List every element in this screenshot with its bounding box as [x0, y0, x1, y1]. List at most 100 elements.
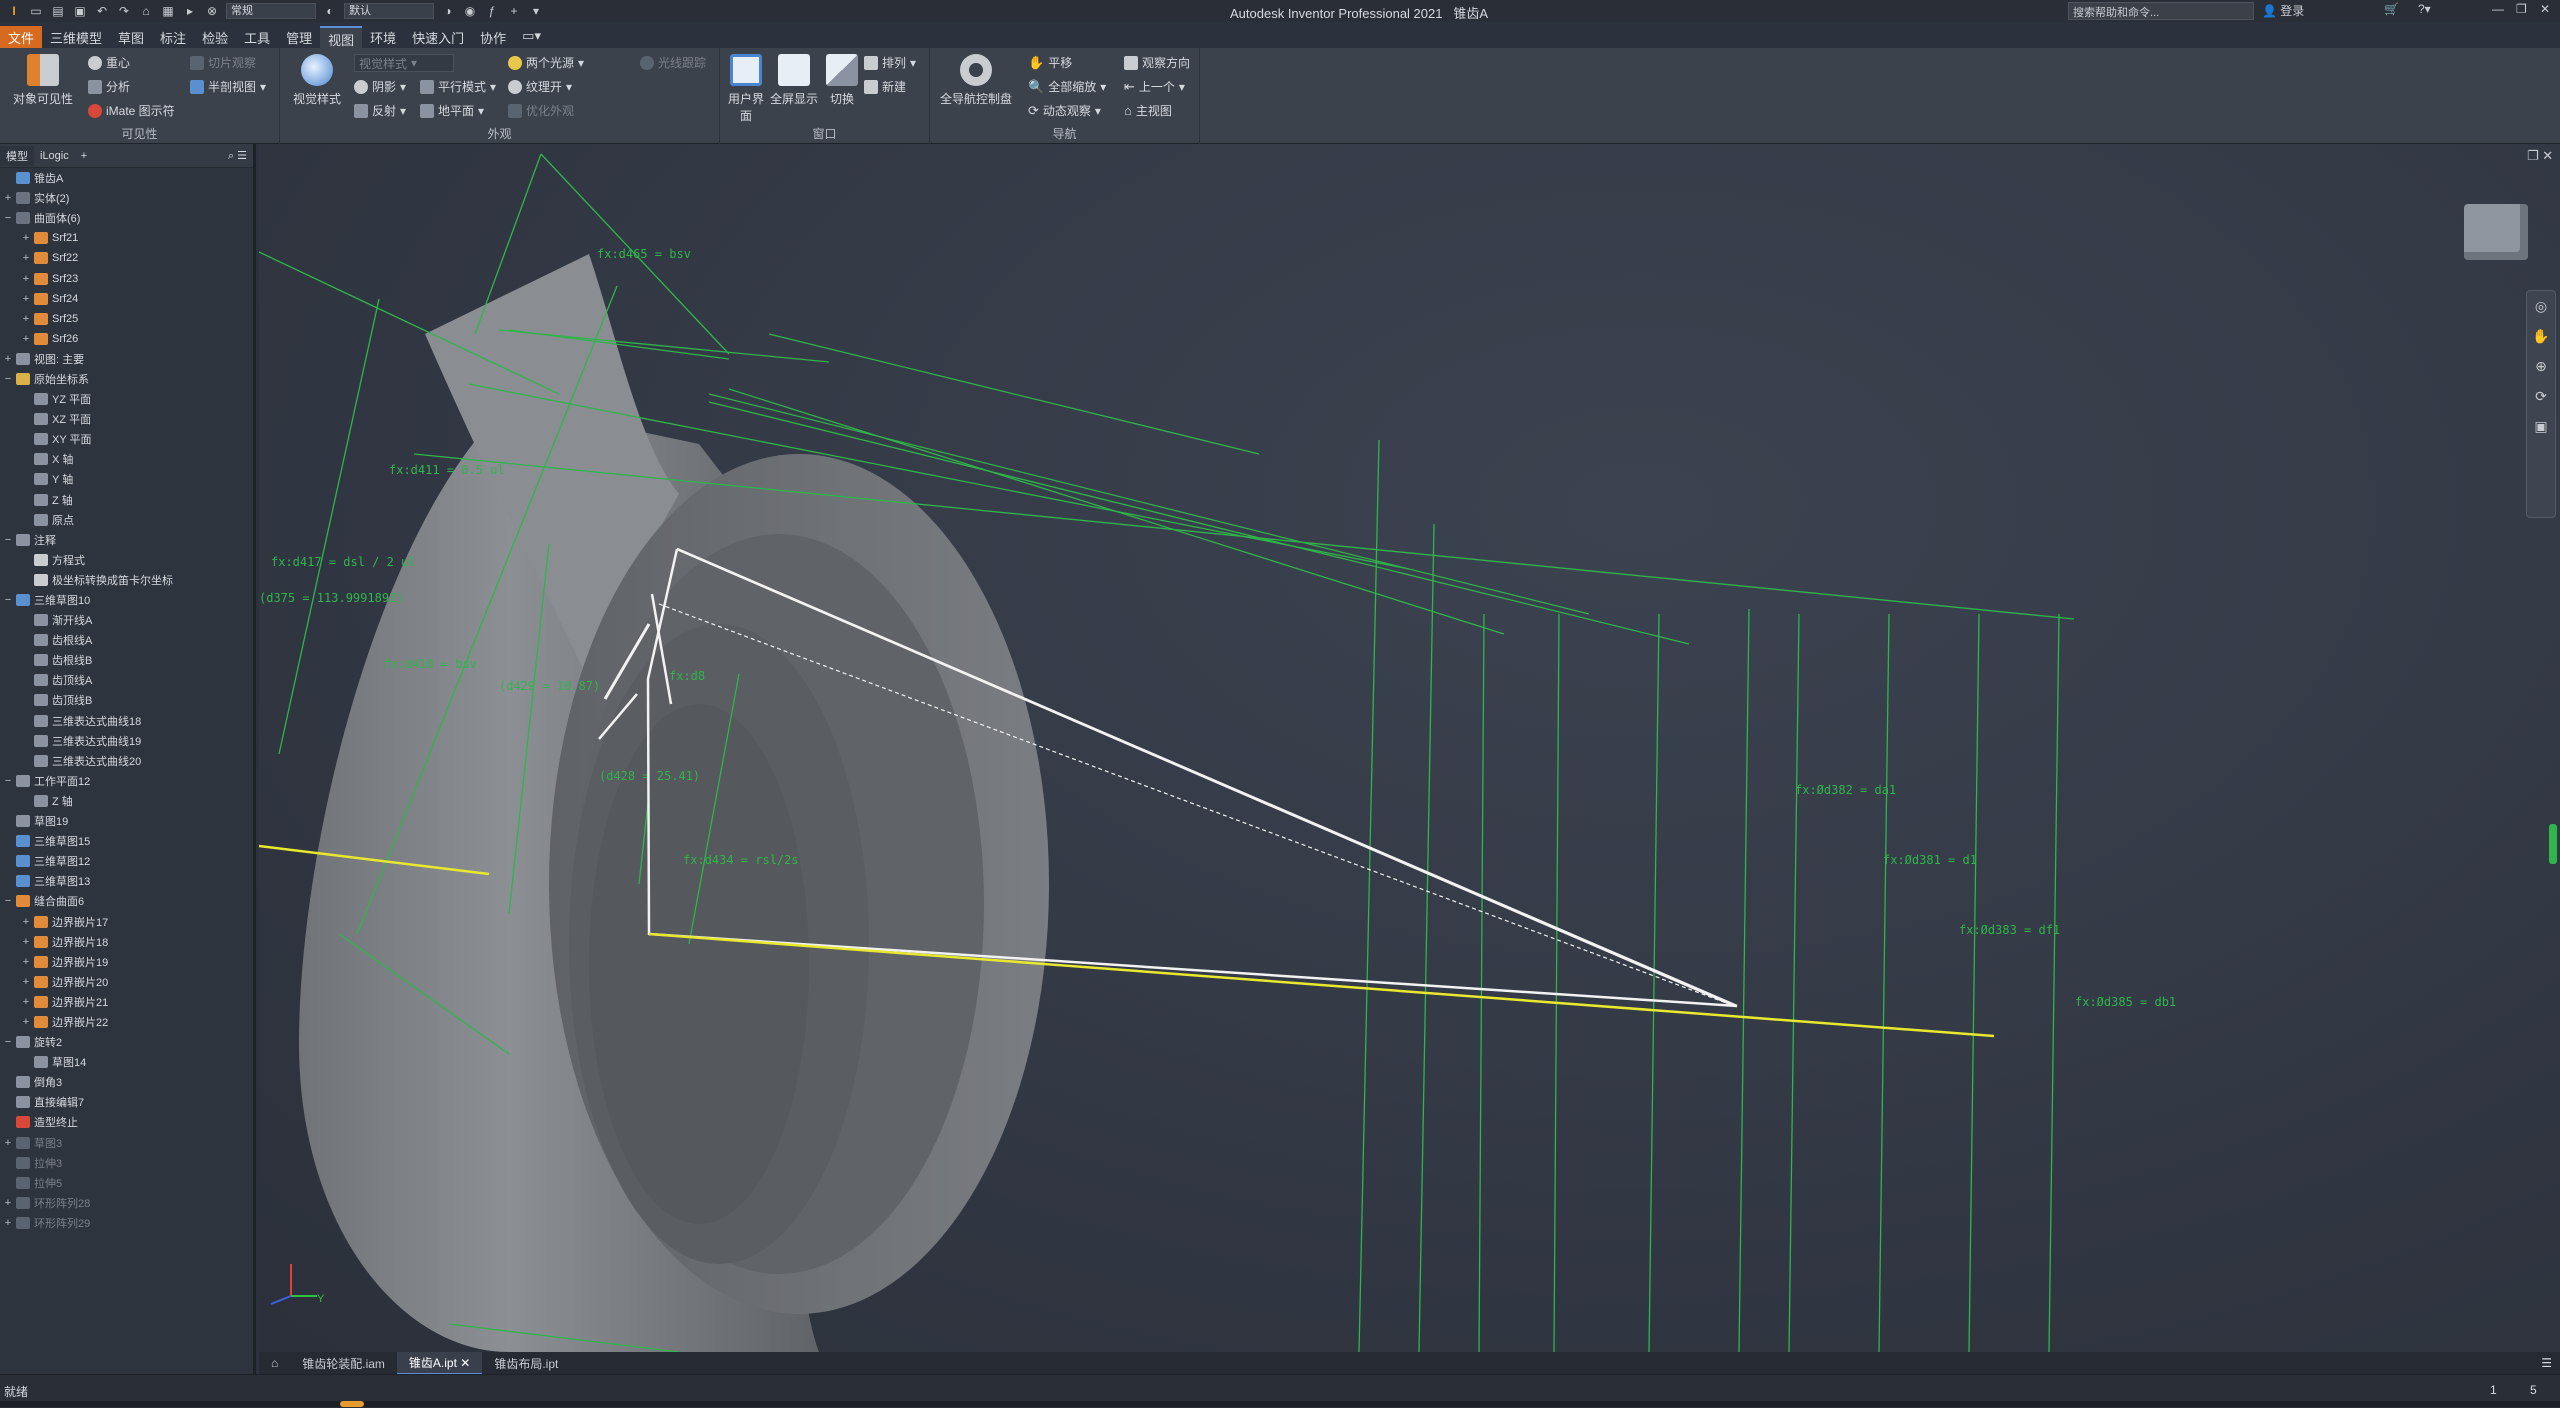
- dim-d381[interactable]: fx:Ød381 = d1: [1883, 853, 1977, 867]
- nav-zoom-icon[interactable]: ⊕: [2527, 351, 2555, 381]
- tree-expand-icon[interactable]: +: [20, 293, 32, 305]
- center-of-gravity-button[interactable]: 重心: [88, 54, 130, 71]
- look-at-button[interactable]: 观察方向: [1124, 54, 1190, 71]
- tab-sketch[interactable]: 草图: [110, 26, 152, 48]
- tree-node[interactable]: XY 平面: [0, 429, 253, 449]
- tree-node[interactable]: 锥齿A: [0, 168, 253, 188]
- tab-collaborate[interactable]: 协作: [472, 26, 514, 48]
- tree-expand-icon[interactable]: −: [2, 1036, 14, 1048]
- tree-node[interactable]: 齿顶线B: [0, 690, 253, 710]
- tree-node[interactable]: 草图14: [0, 1052, 253, 1072]
- tab-extra-icon[interactable]: ▭▾: [514, 26, 549, 48]
- tree-expand-icon[interactable]: +: [20, 956, 32, 968]
- orbit-button[interactable]: ⟳ 动态观察 ▾: [1028, 102, 1101, 119]
- tree-node[interactable]: 渐开线A: [0, 610, 253, 630]
- appearance-combo[interactable]: 常规: [226, 3, 316, 19]
- cart-icon[interactable]: 🛒: [2384, 2, 2399, 16]
- tree-node[interactable]: − 曲面体(6): [0, 208, 253, 228]
- dim-d411[interactable]: fx:d411 = 0.5 ul: [389, 463, 505, 477]
- tree-expand-icon[interactable]: −: [2, 594, 14, 606]
- home-view-button[interactable]: ⌂ 主视图: [1124, 102, 1172, 119]
- save-icon[interactable]: ▣: [72, 4, 88, 18]
- tree-node[interactable]: − 旋转2: [0, 1032, 253, 1052]
- zoom-all-button[interactable]: 🔍 全部缩放 ▾: [1028, 78, 1106, 95]
- nav-look-icon[interactable]: ▣: [2527, 411, 2555, 441]
- tab-get-started[interactable]: 快速入门: [404, 26, 472, 48]
- lighting-button[interactable]: 两个光源 ▾: [508, 54, 584, 71]
- tree-node[interactable]: 倒角3: [0, 1072, 253, 1092]
- tree-node[interactable]: + 实体(2): [0, 188, 253, 208]
- visual-style-combo[interactable]: 视觉样式 ▾: [354, 54, 454, 72]
- material-combo[interactable]: 默认: [344, 3, 434, 19]
- tree-node[interactable]: + 边界嵌片17: [0, 911, 253, 931]
- dim-d434[interactable]: fx:d434 = rsl/2s: [683, 853, 799, 867]
- tree-node[interactable]: + 视图: 主要: [0, 349, 253, 369]
- tree-node[interactable]: + Srf22: [0, 248, 253, 268]
- tree-expand-icon[interactable]: +: [20, 976, 32, 988]
- tree-expand-icon[interactable]: +: [2, 192, 14, 204]
- dim-d429[interactable]: (d429 = 10.87): [499, 679, 600, 693]
- parallel-mode-button[interactable]: 平行模式 ▾: [420, 78, 496, 95]
- doc-tabs-menu-icon[interactable]: ☰: [2541, 1356, 2560, 1370]
- tree-node[interactable]: − 原始坐标系: [0, 369, 253, 389]
- tree-node[interactable]: + 边界嵌片19: [0, 952, 253, 972]
- tree-expand-icon[interactable]: −: [2, 775, 14, 787]
- ray-tracing-button[interactable]: 光线跟踪: [640, 54, 706, 71]
- nav-wheel-icon-small[interactable]: ◎: [2527, 291, 2555, 321]
- tree-expand-icon[interactable]: +: [20, 936, 32, 948]
- tree-node[interactable]: Z 轴: [0, 791, 253, 811]
- tree-node[interactable]: + Srf23: [0, 268, 253, 288]
- tree-expand-icon[interactable]: +: [2, 1217, 14, 1229]
- tree-node[interactable]: Z 轴: [0, 490, 253, 510]
- tree-node[interactable]: 三维表达式曲线20: [0, 751, 253, 771]
- tree-node[interactable]: 直接编辑7: [0, 1092, 253, 1112]
- help-search-input[interactable]: 搜索帮助和命令...: [2068, 2, 2254, 20]
- browser-search-icon[interactable]: ⌕ ☰: [228, 149, 253, 163]
- doc-tab-gear-a[interactable]: 锥齿A.ipt ✕: [396, 1351, 483, 1375]
- tree-expand-icon[interactable]: +: [20, 252, 32, 264]
- previous-view-button[interactable]: ⇤ 上一个 ▾: [1124, 78, 1185, 95]
- tree-node[interactable]: 方程式: [0, 550, 253, 570]
- switch-button[interactable]: 切换: [822, 54, 862, 107]
- tab-ilogic[interactable]: iLogic: [34, 148, 75, 164]
- viewport-maximize-icon[interactable]: ❐ ✕: [2527, 148, 2553, 164]
- tree-expand-icon[interactable]: +: [2, 1137, 14, 1149]
- tree-node[interactable]: − 工作平面12: [0, 771, 253, 791]
- tree-node[interactable]: 齿根线B: [0, 650, 253, 670]
- close-icon[interactable]: ✕: [2540, 2, 2550, 16]
- tree-node[interactable]: + 边界嵌片20: [0, 972, 253, 992]
- tree-expand-icon[interactable]: +: [20, 996, 32, 1008]
- tree-node[interactable]: + Srf21: [0, 228, 253, 248]
- tree-expand-icon[interactable]: −: [2, 212, 14, 224]
- tree-node[interactable]: 拉伸5: [0, 1173, 253, 1193]
- tab-3d-model[interactable]: 三维模型: [42, 26, 110, 48]
- clear-icon[interactable]: ◉: [462, 4, 478, 18]
- tree-node[interactable]: 三维表达式曲线19: [0, 731, 253, 751]
- user-interface-button[interactable]: 用户界面: [724, 54, 768, 124]
- add-tab-icon[interactable]: +: [75, 148, 93, 164]
- doc-home-icon[interactable]: ⌂: [259, 1354, 290, 1372]
- imate-glyph-button[interactable]: iMate 图示符: [88, 102, 175, 119]
- tree-node[interactable]: 三维草图12: [0, 851, 253, 871]
- texture-button[interactable]: 纹理开 ▾: [508, 78, 572, 95]
- adjust-icon[interactable]: ◑: [440, 4, 456, 18]
- restore-icon[interactable]: ❐: [2516, 2, 2527, 16]
- tree-expand-icon[interactable]: +: [2, 353, 14, 365]
- tree-expand-icon[interactable]: +: [20, 916, 32, 928]
- tree-node[interactable]: + 环形阵列29: [0, 1213, 253, 1233]
- dim-d385[interactable]: fx:Ød385 = db1: [2075, 995, 2176, 1009]
- tab-tools[interactable]: 工具: [236, 26, 278, 48]
- doc-tab-layout[interactable]: 锥齿布局.ipt: [482, 1353, 570, 1374]
- graphics-viewport[interactable]: fx:d465 = bsv fx:d411 = 0.5 ul fx:d417 =…: [259, 144, 2560, 1352]
- tree-node[interactable]: − 注释: [0, 530, 253, 550]
- optimize-appearance-button[interactable]: 优化外观: [508, 102, 574, 119]
- dropdown-icon[interactable]: ▾: [528, 4, 544, 18]
- tree-expand-icon[interactable]: +: [2, 1197, 14, 1209]
- login-link[interactable]: 👤 登录: [2262, 2, 2304, 19]
- half-section-button[interactable]: 半剖视图 ▾: [190, 78, 266, 95]
- tree-node[interactable]: Y 轴: [0, 469, 253, 489]
- tree-node[interactable]: YZ 平面: [0, 389, 253, 409]
- tree-expand-icon[interactable]: −: [2, 373, 14, 385]
- stop-icon[interactable]: ⊗: [204, 4, 220, 18]
- tree-node[interactable]: + 草图3: [0, 1133, 253, 1153]
